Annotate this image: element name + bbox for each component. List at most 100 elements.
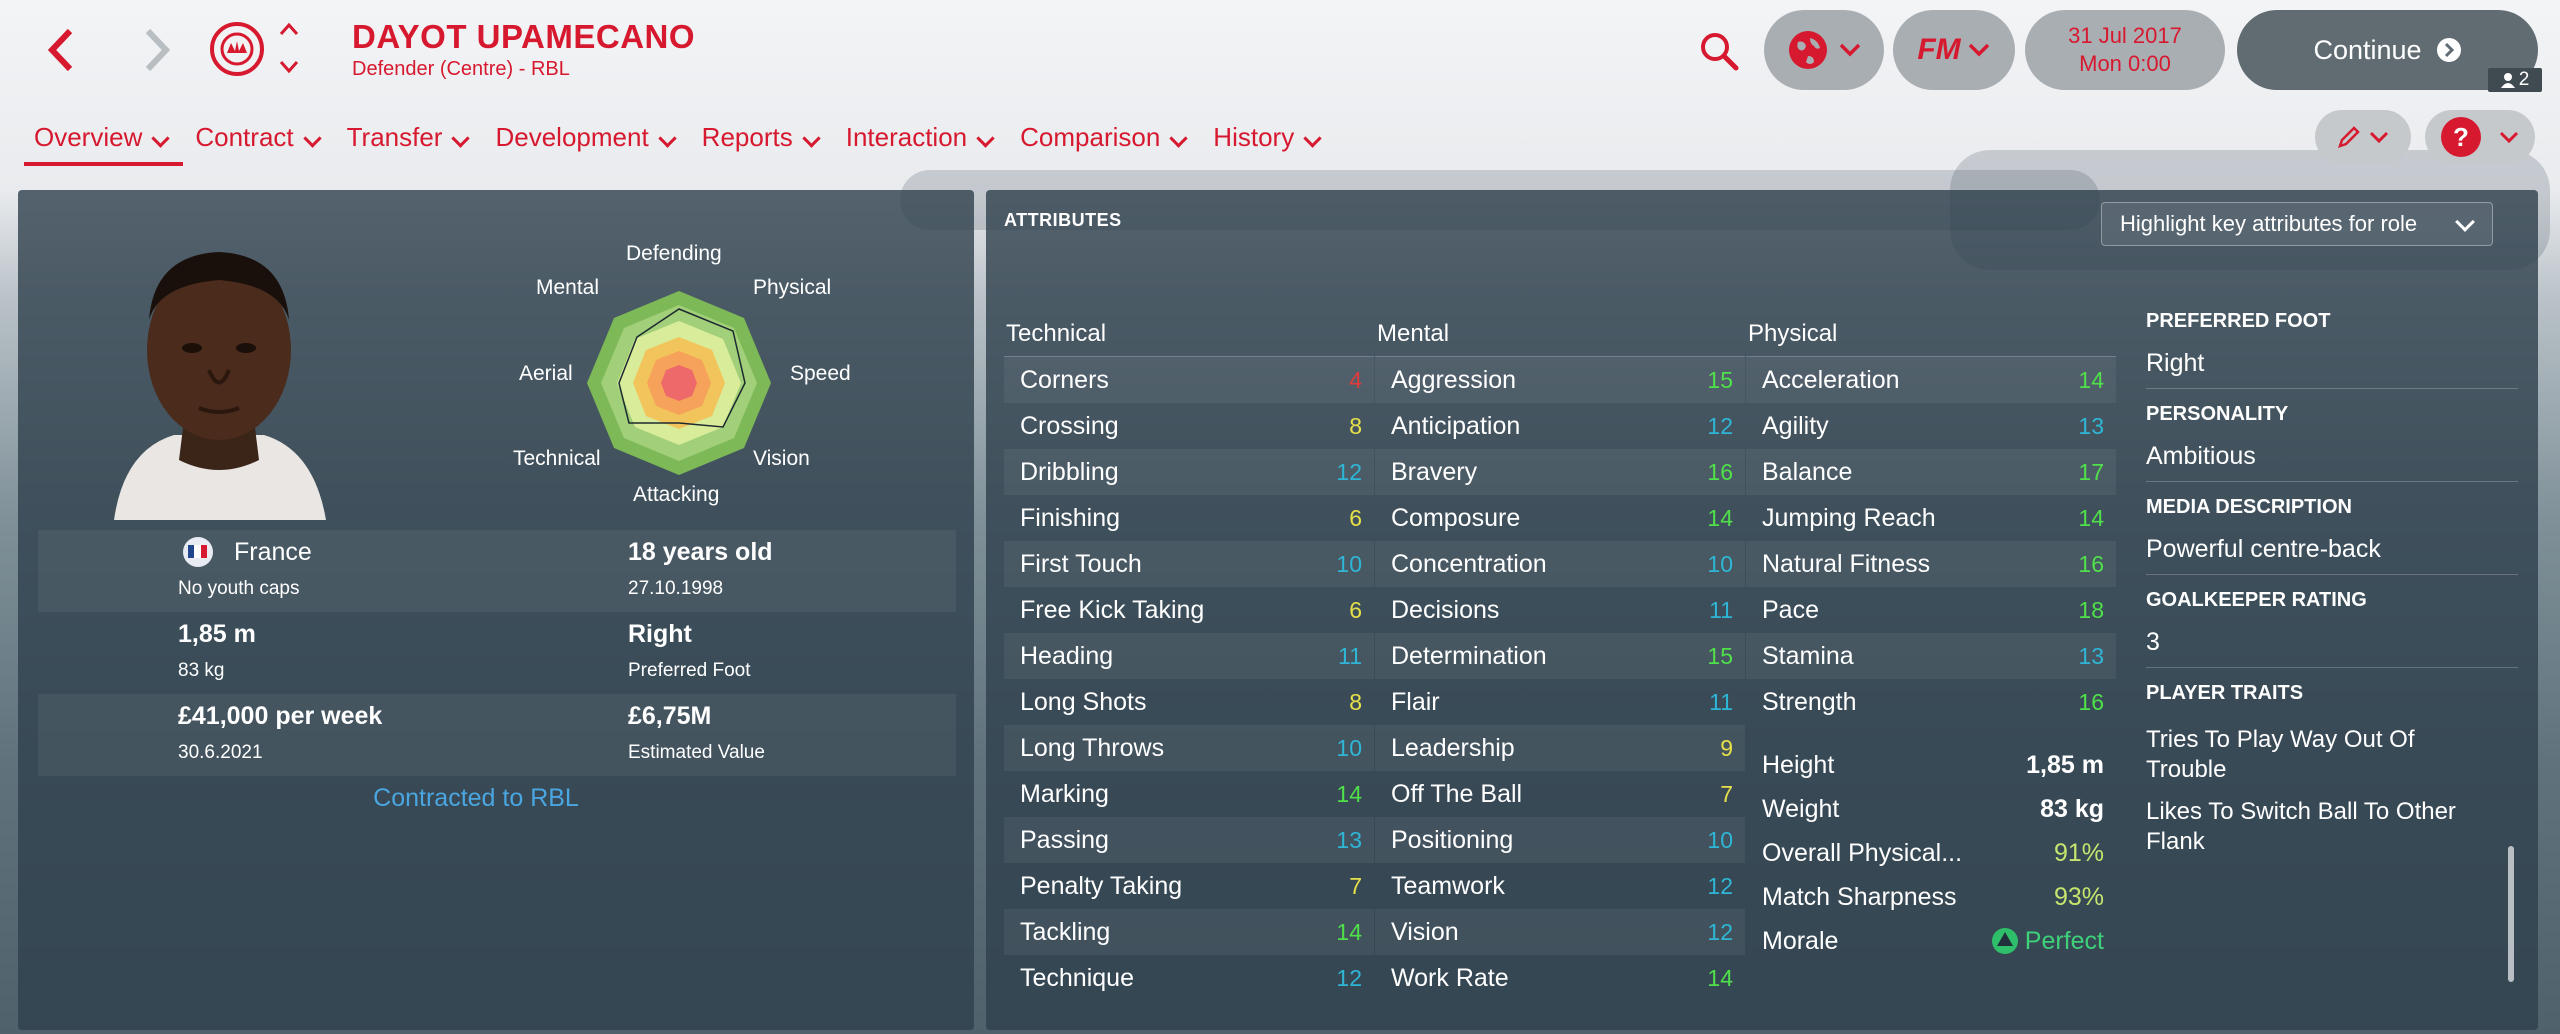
attribute-value: 12: [1707, 412, 1733, 439]
tab-development[interactable]: Development: [481, 118, 687, 166]
attribute-row[interactable]: Long Throws 10: [1004, 725, 1374, 771]
tab-transfer[interactable]: Transfer: [333, 118, 482, 166]
tab-history[interactable]: History: [1199, 118, 1333, 166]
tab-reports[interactable]: Reports: [688, 118, 832, 166]
preferred-foot-section: PREFERRED FOOT Right: [2146, 310, 2518, 389]
attribute-row[interactable]: Off The Ball 7: [1375, 771, 1745, 817]
attribute-row[interactable]: Agility 13: [1746, 403, 2116, 449]
attribute-row[interactable]: Composure 14: [1375, 495, 1745, 541]
attribute-row[interactable]: Dribbling 12: [1004, 449, 1374, 495]
morale-text: Perfect: [2024, 926, 2104, 955]
attribute-row[interactable]: Passing 13: [1004, 817, 1374, 863]
attribute-row[interactable]: Long Shots 8: [1004, 679, 1374, 725]
attribute-row[interactable]: Jumping Reach 14: [1746, 495, 2116, 541]
preferred-foot-value: Right: [628, 620, 692, 648]
traits-scrollbar[interactable]: [2508, 846, 2514, 982]
attribute-name: Stamina: [1762, 641, 1854, 670]
radar-label-technical: Technical: [513, 447, 601, 470]
attribute-value: 10: [1336, 550, 1362, 577]
attribute-row[interactable]: Pace 18: [1746, 587, 2116, 633]
world-menu-button[interactable]: [1764, 10, 1884, 90]
attribute-name: Work Rate: [1391, 963, 1509, 992]
radar-label-vision: Vision: [753, 447, 810, 470]
attribute-name: Long Throws: [1020, 733, 1165, 762]
attribute-row[interactable]: First Touch 10: [1004, 541, 1374, 587]
chevron-left-icon: [47, 28, 73, 72]
player-position: Defender (Centre) - RBL: [352, 58, 570, 80]
attribute-row[interactable]: Flair 11: [1375, 679, 1745, 725]
attribute-row[interactable]: Penalty Taking 7: [1004, 863, 1374, 909]
chevron-down-icon[interactable]: [278, 60, 300, 74]
player-switcher[interactable]: [274, 22, 304, 74]
chevron-up-icon[interactable]: [278, 22, 300, 36]
player-traits-heading: PLAYER TRAITS: [2146, 682, 2304, 704]
radar-label-mental: Mental: [536, 276, 600, 299]
attribute-row[interactable]: Balance 17: [1746, 449, 2116, 495]
attributes-panel: ATTRIBUTES Highlight key attributes for …: [986, 190, 2538, 1030]
attribute-row[interactable]: Finishing 6: [1004, 495, 1374, 541]
highlight-role-dropdown[interactable]: Highlight key attributes for role: [2101, 202, 2493, 246]
attribute-row[interactable]: Stamina 13: [1746, 633, 2116, 679]
attribute-row[interactable]: Bravery 16: [1375, 449, 1745, 495]
edit-menu-button[interactable]: [2315, 110, 2411, 164]
attribute-row[interactable]: Technique 12: [1004, 955, 1374, 1001]
player-height: 1,85 m: [178, 620, 256, 648]
attribute-name: Heading: [1020, 641, 1114, 670]
chevron-down-icon: [802, 129, 821, 148]
personality-heading: PERSONALITY: [2146, 403, 2289, 425]
attribute-row[interactable]: Vision 12: [1375, 909, 1745, 955]
attribute-row[interactable]: Corners 4: [1004, 357, 1374, 403]
chevron-down-icon: [2499, 131, 2519, 144]
attribute-row[interactable]: Crossing 8: [1004, 403, 1374, 449]
attribute-row[interactable]: Heading 11: [1004, 633, 1374, 679]
attribute-row[interactable]: Natural Fitness 16: [1746, 541, 2116, 587]
game-date[interactable]: 31 Jul 2017 Mon 0:00: [2025, 10, 2225, 90]
stat-value: 1,85 m: [2026, 750, 2104, 779]
tab-contract[interactable]: Contract: [181, 118, 332, 166]
attribute-row[interactable]: Tackling 14: [1004, 909, 1374, 955]
tab-comparison[interactable]: Comparison: [1006, 118, 1199, 166]
attribute-row[interactable]: Strength 16: [1746, 679, 2116, 725]
physical-header: Physical: [1746, 320, 2116, 357]
attribute-name: Free Kick Taking: [1020, 595, 1205, 624]
attribute-row[interactable]: Leadership 9: [1375, 725, 1745, 771]
tab-label: Contract: [195, 122, 294, 152]
attribute-row[interactable]: Decisions 11: [1375, 587, 1745, 633]
attribute-value: 11: [1709, 596, 1733, 623]
mental-column: Mental Aggression 15 Anticipation 12 Bravery…: [1375, 320, 1745, 1001]
radar-label-physical: Physical: [753, 276, 832, 299]
stat-sharpness: Match Sharpness 93%: [1746, 875, 2116, 919]
attribute-row[interactable]: Determination 15: [1375, 633, 1745, 679]
attribute-row[interactable]: Anticipation 12: [1375, 403, 1745, 449]
nation-name[interactable]: France: [234, 538, 312, 567]
attribute-row[interactable]: Aggression 15: [1375, 357, 1745, 403]
attribute-row[interactable]: Free Kick Taking 6: [1004, 587, 1374, 633]
tab-bar: Overview Contract Transfer Development R…: [20, 118, 1333, 168]
attribute-name: Strength: [1762, 687, 1857, 716]
attribute-row[interactable]: Positioning 10: [1375, 817, 1745, 863]
help-menu-button[interactable]: ?: [2425, 110, 2535, 164]
attribute-name: Crossing: [1020, 411, 1119, 440]
preferred-foot-text: Right: [2146, 349, 2205, 377]
info-row-height-foot: 1,85 m 83 kg Right Preferred Foot: [38, 612, 956, 694]
attribute-row[interactable]: Concentration 10: [1375, 541, 1745, 587]
tab-interaction[interactable]: Interaction: [832, 118, 1006, 166]
globe-icon: [1789, 31, 1827, 69]
attribute-row[interactable]: Acceleration 14: [1746, 357, 2116, 403]
continue-label: Continue: [2313, 34, 2422, 65]
estimated-value-label: Estimated Value: [628, 742, 765, 763]
club-badge-icon[interactable]: [210, 22, 264, 76]
contracted-to-link[interactable]: Contracted to RBL: [18, 784, 974, 813]
attribute-row[interactable]: Marking 14: [1004, 771, 1374, 817]
forward-button[interactable]: [132, 22, 182, 78]
tab-overview[interactable]: Overview: [20, 118, 184, 166]
attribute-value: 10: [1336, 734, 1362, 761]
attribute-value: 14: [1707, 964, 1733, 991]
media-description-text: Powerful centre-back: [2146, 535, 2381, 563]
back-button[interactable]: [36, 22, 86, 78]
attribute-row[interactable]: Work Rate 14: [1375, 955, 1745, 1001]
attribute-row[interactable]: Teamwork 12: [1375, 863, 1745, 909]
search-icon[interactable]: [1694, 26, 1744, 76]
player-details-sidebar: PREFERRED FOOT Right PERSONALITY Ambitio…: [2146, 310, 2518, 869]
fm-menu-button[interactable]: FM: [1893, 10, 2015, 90]
